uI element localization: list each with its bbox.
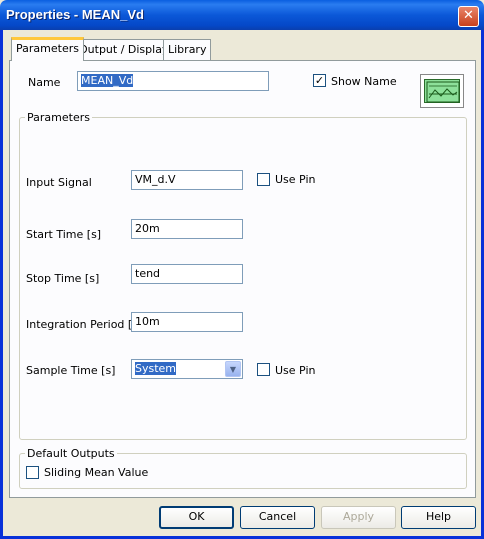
tab-library-label: Library <box>168 43 207 56</box>
name-input[interactable]: MEAN_Vd <box>77 71 269 91</box>
cancel-button[interactable]: Cancel <box>240 506 315 529</box>
stop-time-value: tend <box>135 267 161 280</box>
name-label: Name <box>28 76 61 89</box>
tab-output-display-label: Output / Display <box>79 43 169 56</box>
name-input-value: MEAN_Vd <box>81 74 134 87</box>
sample-time-label: Sample Time [s] <box>26 364 116 377</box>
close-icon: ✕ <box>463 8 474 23</box>
ok-button[interactable]: OK <box>159 506 234 529</box>
sliding-mean-checkbox[interactable] <box>26 466 39 479</box>
input-signal-use-pin-label: Use Pin <box>275 173 316 186</box>
integration-period-label: Integration Period [s] <box>26 318 143 331</box>
apply-button[interactable]: Apply <box>321 506 396 529</box>
input-signal-value: VM_d.V <box>135 173 176 186</box>
block-preview-icon <box>420 74 464 108</box>
show-name-checkbox[interactable]: ✓ <box>313 74 326 87</box>
start-time-field[interactable]: 20m <box>131 219 243 239</box>
integration-period-field[interactable]: 10m <box>131 312 243 332</box>
parameters-group-label: Parameters <box>25 111 92 124</box>
input-signal-label: Input Signal <box>26 176 92 189</box>
start-time-value: 20m <box>135 222 160 235</box>
sample-time-select[interactable]: System ▼ <box>131 359 243 379</box>
window-title: Properties - MEAN_Vd <box>6 7 144 22</box>
window-border-left <box>0 30 3 539</box>
sample-time-value: System <box>135 362 177 375</box>
title-bar: Properties - MEAN_Vd ✕ <box>0 0 484 30</box>
tab-parameters[interactable]: Parameters <box>11 37 84 61</box>
default-outputs-group-label: Default Outputs <box>25 447 117 460</box>
tab-parameters-label: Parameters <box>16 42 79 55</box>
stop-time-label: Stop Time [s] <box>26 272 100 285</box>
checkmark-icon: ✓ <box>314 74 325 87</box>
show-name-label: Show Name <box>331 75 397 88</box>
sliding-mean-label: Sliding Mean Value <box>44 466 149 479</box>
sample-time-use-pin-checkbox[interactable] <box>257 363 270 376</box>
sample-time-use-pin-label: Use Pin <box>275 364 316 377</box>
block-preview-graphic <box>424 79 460 103</box>
start-time-label: Start Time [s] <box>26 228 102 241</box>
stop-time-field[interactable]: tend <box>131 264 243 284</box>
integration-period-value: 10m <box>135 315 160 328</box>
dropdown-arrow-icon[interactable]: ▼ <box>225 361 241 377</box>
tab-output-display[interactable]: Output / Display <box>74 39 174 60</box>
tab-library[interactable]: Library <box>163 39 212 60</box>
input-signal-field[interactable]: VM_d.V <box>131 170 243 190</box>
help-button[interactable]: Help <box>401 506 476 529</box>
input-signal-use-pin-checkbox[interactable] <box>257 173 270 186</box>
close-button[interactable]: ✕ <box>458 6 479 27</box>
